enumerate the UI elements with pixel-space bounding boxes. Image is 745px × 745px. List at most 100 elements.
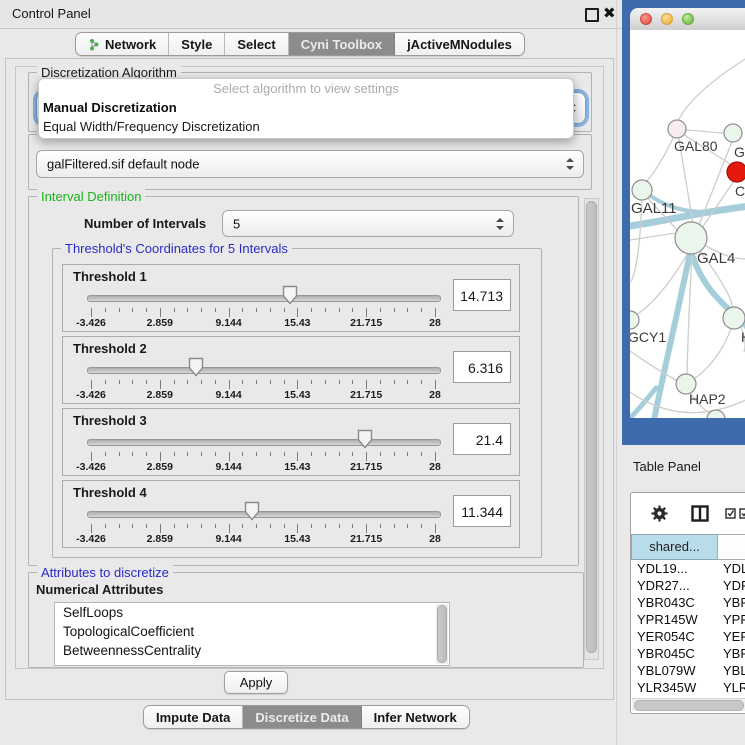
network-node-c[interactable]	[727, 162, 745, 182]
table-data-selected-value: galFiltered.sif default node	[47, 157, 199, 172]
table-row[interactable]: YBR043CYBR0	[631, 594, 745, 611]
network-edge[interactable]	[630, 351, 678, 381]
table-row[interactable]: YDR27...YDR2	[631, 577, 745, 594]
tick-label: 21.715	[350, 533, 382, 545]
cell-name[interactable]: YBR0	[717, 594, 745, 611]
cell-name[interactable]: YDR2	[717, 577, 745, 594]
attributes-list-scrollbar[interactable]	[436, 604, 448, 664]
close-traffic-light-icon[interactable]	[640, 13, 652, 25]
cell-shared-name[interactable]: YDR27...	[631, 577, 717, 594]
attribute-item-selfloops[interactable]: SelfLoops	[55, 603, 449, 622]
tab-cyni-toolbox[interactable]: Cyni Toolbox	[289, 33, 395, 55]
tick-label: 9.144	[215, 389, 241, 401]
cell-shared-name[interactable]: YPR145W	[631, 611, 717, 628]
network-node-h[interactable]	[723, 307, 745, 329]
dropdown-placeholder[interactable]: Select algorithm to view settings	[39, 79, 573, 98]
slider-thumb[interactable]	[357, 429, 373, 449]
threshold-value-field[interactable]: 14.713	[453, 279, 511, 311]
select-columns-icons[interactable]	[725, 508, 745, 519]
threshold-value-field[interactable]: 21.4	[453, 423, 511, 455]
slider-track[interactable]	[87, 367, 441, 374]
tab-style[interactable]: Style	[169, 33, 225, 55]
table-data-combobox[interactable]: galFiltered.sif default node	[36, 150, 584, 178]
dropdown-option-equal-width[interactable]: Equal Width/Frequency Discretization	[39, 117, 573, 136]
bottom-tab-discretize-data[interactable]: Discretize Data	[243, 706, 361, 728]
close-icon[interactable]: ✖	[603, 4, 616, 24]
cell-shared-name[interactable]: YDL19...	[631, 560, 717, 577]
cell-shared-name[interactable]: YER054C	[631, 628, 717, 645]
column-header-name[interactable]: name	[717, 534, 745, 560]
cell-name[interactable]: YBL0	[717, 662, 745, 679]
threshold-value-field[interactable]: 11.344	[453, 495, 511, 527]
tab-select[interactable]: Select	[225, 33, 288, 55]
network-node-gal80[interactable]	[668, 120, 686, 138]
cell-shared-name[interactable]: YBL079W	[631, 662, 717, 679]
zoom-traffic-light-icon[interactable]	[682, 13, 694, 25]
numerical-attributes-label: Numerical Attributes	[36, 582, 163, 597]
interval-definition-title: Interval Definition	[37, 189, 145, 204]
network-edge[interactable]	[694, 329, 731, 379]
attribute-item-topologicalcoefficient[interactable]: TopologicalCoefficient	[55, 622, 449, 641]
numerical-attributes-list[interactable]: SelfLoopsTopologicalCoefficientBetweenne…	[54, 602, 450, 666]
table-row[interactable]: YBR045CYBR0	[631, 645, 745, 662]
table-row[interactable]: YDL19...YDL1	[631, 560, 745, 577]
tick-mark	[229, 380, 230, 389]
panel-divider[interactable]	[616, 0, 617, 745]
threshold-value-field[interactable]: 6.316	[453, 351, 511, 383]
cell-name[interactable]: YDL1	[717, 560, 745, 577]
network-edge-highlight[interactable]	[630, 388, 656, 418]
table-horizontal-scrollbar[interactable]	[632, 698, 745, 711]
bottom-tab-impute-data[interactable]: Impute Data	[144, 706, 243, 728]
scrollbar-thumb[interactable]	[634, 700, 744, 711]
cell-name[interactable]: YER0	[717, 628, 745, 645]
cell-name[interactable]: YBR0	[717, 645, 745, 662]
slider-thumb[interactable]	[188, 357, 204, 377]
slider-track[interactable]	[87, 439, 441, 446]
network-node-gal11[interactable]	[632, 180, 652, 200]
slider-track[interactable]	[87, 511, 441, 518]
table-row[interactable]: YBL079WYBL0	[631, 662, 745, 679]
split-columns-icon[interactable]	[691, 505, 709, 522]
table-row[interactable]: YLR345WYLR3	[631, 679, 745, 696]
network-edge[interactable]	[646, 134, 675, 182]
tab-label: Cyni Toolbox	[301, 37, 382, 52]
dropdown-option-manual[interactable]: Manual Discretization	[39, 98, 573, 117]
cell-shared-name[interactable]: YLR345W	[631, 679, 717, 696]
table-row[interactable]: YPR145WYPR1	[631, 611, 745, 628]
tick-mark	[146, 452, 147, 456]
tick-label: 15.43	[284, 461, 310, 473]
tick-mark	[242, 380, 243, 384]
column-header-shared-name[interactable]: shared...	[631, 534, 717, 560]
network-edge[interactable]	[678, 56, 745, 121]
scrollbar-thumb[interactable]	[586, 201, 597, 653]
number-of-intervals-label: Number of Intervals	[84, 216, 206, 231]
table-row[interactable]: YER054CYER0	[631, 628, 745, 645]
slider-ticks	[91, 452, 435, 461]
attribute-item-betweennesscentrality[interactable]: BetweennessCentrality	[55, 641, 449, 660]
scrollbar-thumb[interactable]	[437, 605, 447, 663]
network-node-g[interactable]	[724, 124, 742, 142]
network-canvas[interactable]: GAL80GCGAL11GAL4GCY1HHAP2	[630, 30, 745, 418]
float-window-icon[interactable]	[585, 8, 599, 22]
settings-scrollbar[interactable]	[584, 198, 599, 660]
tab-jactivemnodules[interactable]: jActiveMNodules	[395, 33, 524, 55]
cell-shared-name[interactable]: YBR045C	[631, 645, 717, 662]
slider-track[interactable]	[87, 295, 441, 302]
bottom-tab-infer-network[interactable]: Infer Network	[362, 706, 469, 728]
gear-icon[interactable]	[651, 505, 668, 522]
slider-thumb[interactable]	[282, 285, 298, 305]
slider-ticks	[91, 380, 435, 389]
tick-mark	[132, 524, 133, 528]
tick-mark	[380, 308, 381, 312]
number-of-intervals-combobox[interactable]: 5	[222, 210, 514, 237]
cell-name[interactable]: YPR1	[717, 611, 745, 628]
minimize-traffic-light-icon[interactable]	[661, 13, 673, 25]
cell-name[interactable]: YLR3	[717, 679, 745, 696]
network-edge[interactable]	[630, 233, 676, 240]
tick-mark	[297, 308, 298, 317]
cell-shared-name[interactable]: YBR043C	[631, 594, 717, 611]
network-window-titlebar[interactable]	[630, 8, 745, 31]
apply-button[interactable]: Apply	[224, 671, 288, 694]
slider-thumb[interactable]	[244, 501, 260, 521]
tab-network[interactable]: Network	[76, 33, 169, 55]
